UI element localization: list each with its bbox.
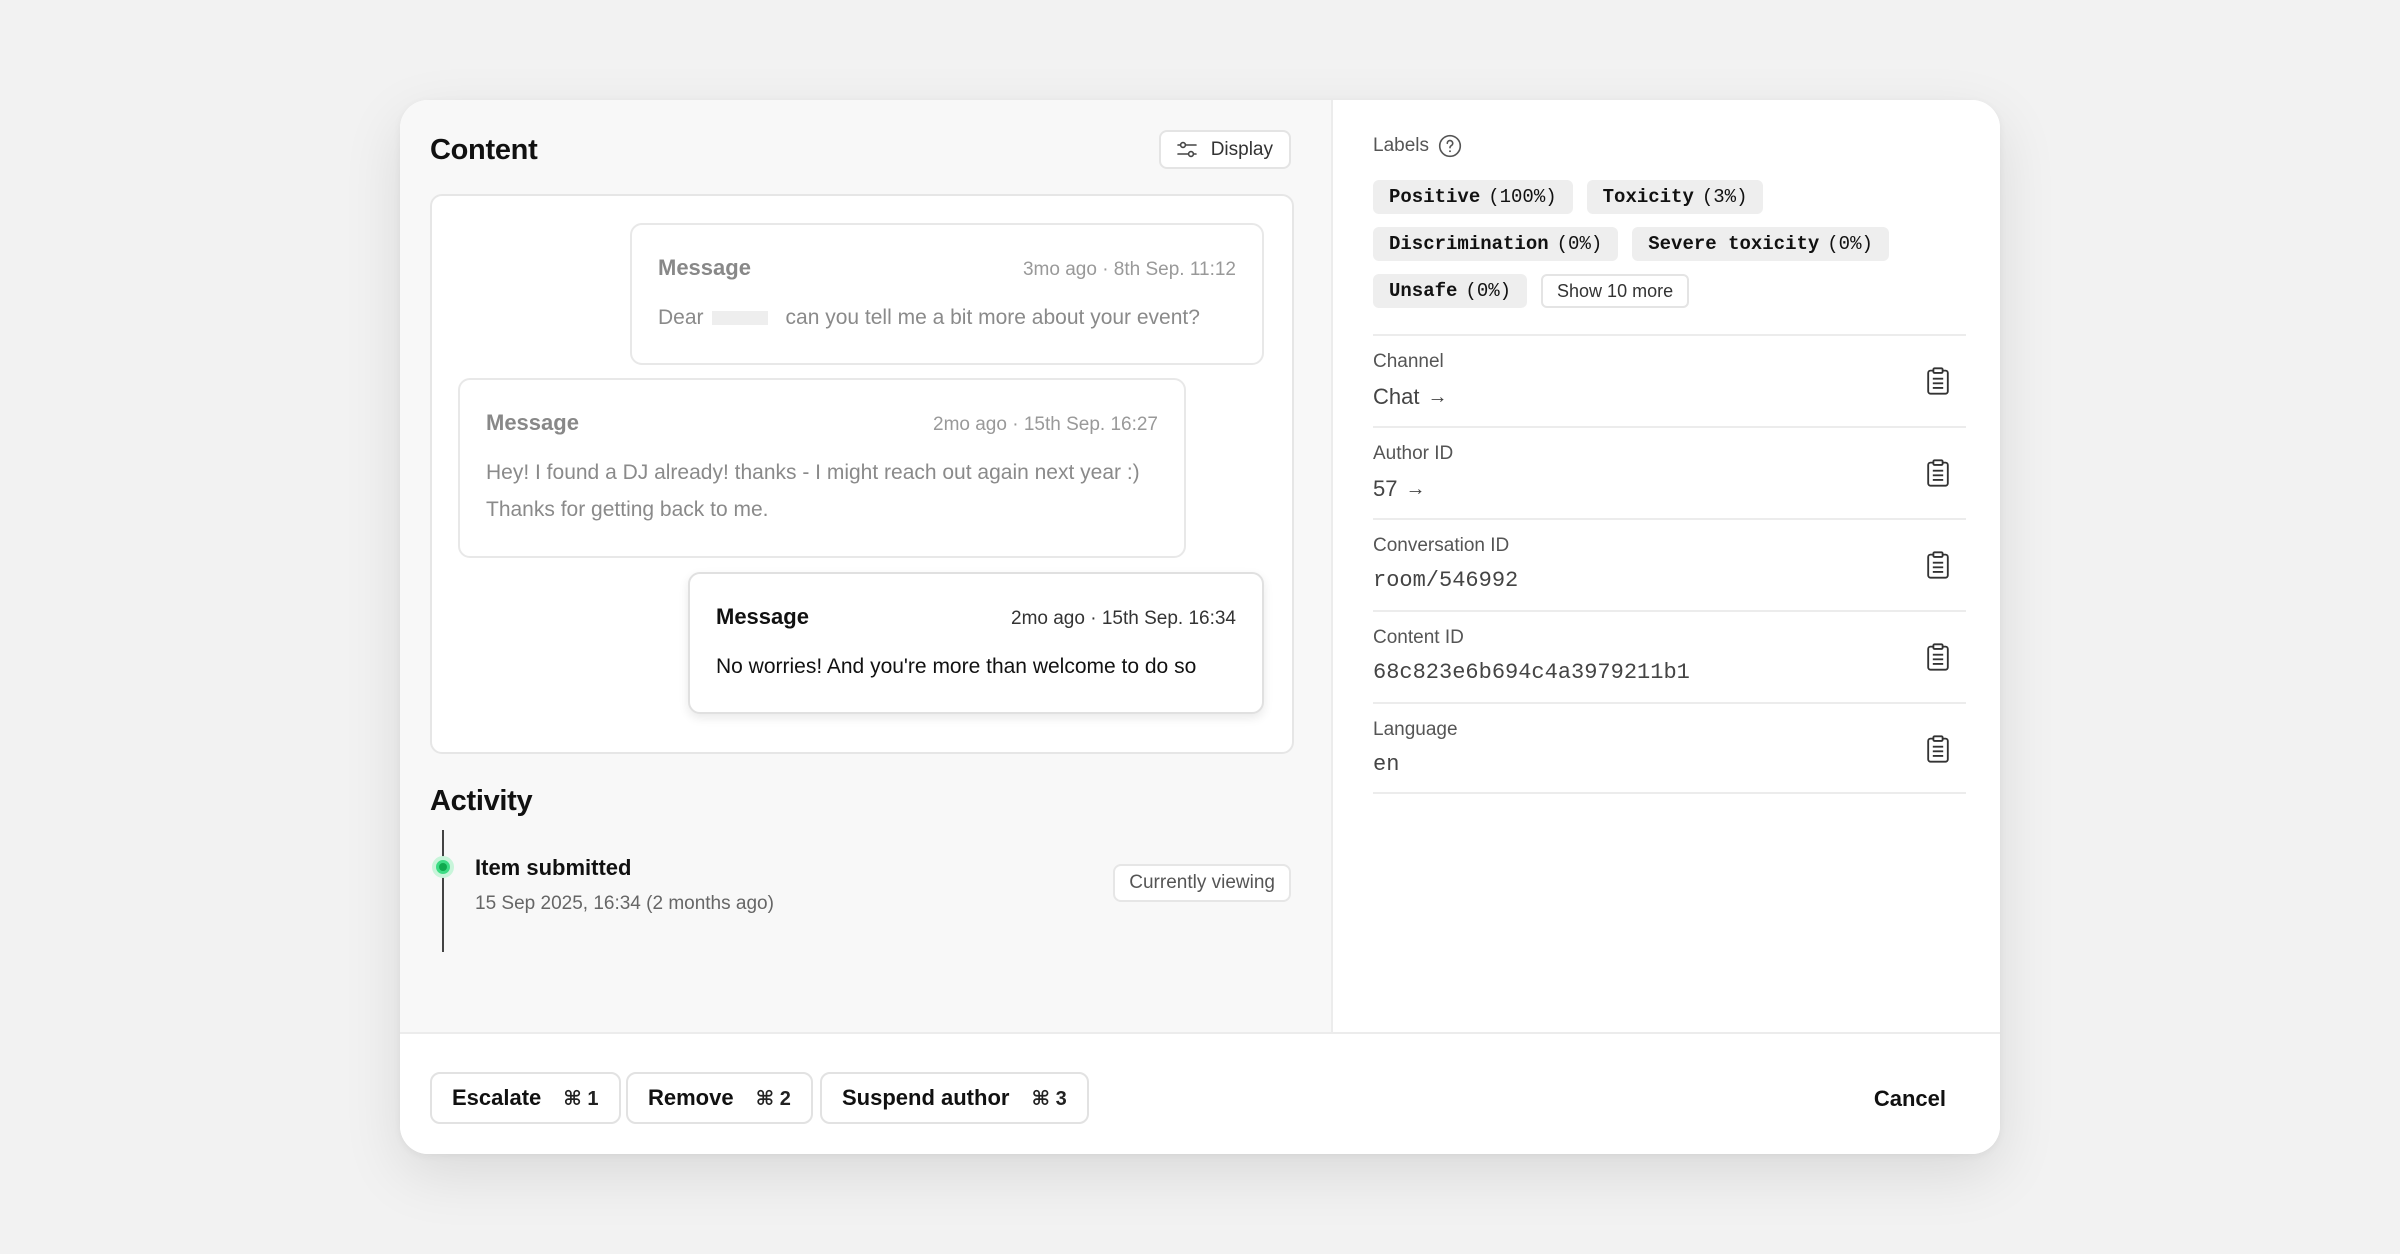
clipboard-icon[interactable] [1924,642,1952,672]
field-content-id: Content ID 68c823e6b694c4a3979211b1 [1373,610,1966,702]
action-footer: Escalate ⌘ 1 Remove ⌘ 2 Suspend author ⌘… [400,1032,2000,1154]
field-channel: Channel Chat → [1373,334,1966,426]
sliders-icon [1176,141,1197,157]
label-chip: Toxicity (3%) [1586,180,1764,214]
escalate-label: Escalate [452,1085,542,1110]
label-name: Discrimination [1389,233,1549,255]
timeline-line [442,830,444,952]
show-more-labels-button[interactable]: Show 10 more [1541,274,1690,308]
review-modal: Content Display Message 3mo ago · 8th Se… [400,100,2000,1154]
display-button-label: Display [1210,138,1273,160]
shortcut-hint: ⌘ 2 [755,1087,791,1110]
field-value: 68c823e6b694c4a3979211b1 [1373,660,1690,685]
labels-title: Labels [1373,135,1429,156]
field-value: en [1373,752,1400,777]
clipboard-icon[interactable] [1924,458,1952,488]
escalate-button[interactable]: Escalate ⌘ 1 [430,1072,621,1124]
label-pct: (0%) [1556,233,1603,255]
cancel-button[interactable]: Cancel [1874,1086,1946,1112]
field-label: Content ID [1373,627,1464,648]
message-time: 2mo ago · 15th Sep. 16:27 [933,414,1158,435]
label-chips: Positive (100%) Toxicity (3%) Discriminati… [1373,180,1953,308]
label-pct: (100%) [1488,186,1557,208]
message-greeting: Dear [658,306,704,329]
labels-header: Labels [1373,133,1463,159]
remove-button[interactable]: Remove ⌘ 2 [626,1072,813,1124]
clipboard-icon[interactable] [1924,734,1952,764]
redacted-name [711,311,768,326]
field-label: Channel [1373,351,1444,372]
field-conversation-id: Conversation ID room/546992 [1373,518,1966,610]
arrow-right-icon: → [1405,477,1426,500]
suspend-label: Suspend author [842,1085,1010,1110]
message-text: can you tell me a bit more about your ev… [785,306,1200,329]
message-body: Hey! I found a DJ already! thanks - I mi… [486,461,1140,521]
message-title: Message [658,255,751,280]
label-name: Unsafe [1389,280,1458,302]
shortcut-hint: ⌘ 3 [1031,1087,1067,1110]
metadata-fields: Channel Chat → Author ID 57 → Conversation… [1373,334,1966,794]
field-label: Language [1373,719,1458,740]
content-pane: Content Display Message 3mo ago · 8th Se… [400,100,1333,1032]
help-icon[interactable] [1437,133,1463,159]
field-label: Author ID [1373,443,1454,464]
event-title: Item submitted [475,855,632,880]
field-value: 57 [1373,476,1398,501]
message-title: Message [486,410,579,435]
label-name: Toxicity [1602,186,1694,208]
status-dot-icon [432,856,454,878]
message-time: 2mo ago · 15th Sep. 16:34 [1011,608,1236,629]
label-pct: (0%) [1827,233,1873,255]
message-card[interactable]: Message 2mo ago · 15th Sep. 16:27 Hey! I… [458,378,1186,558]
field-language: Language en [1373,702,1966,794]
event-time: 15 Sep 2025, 16:34 (2 months ago) [475,893,774,914]
display-button[interactable]: Display [1158,130,1291,169]
conversation-box: Message 3mo ago · 8th Sep. 11:12 Dear can… [430,194,1294,754]
clipboard-icon[interactable] [1924,550,1952,580]
remove-label: Remove [648,1085,734,1110]
label-pct: (0%) [1465,280,1512,302]
arrow-right-icon: → [1427,385,1448,408]
details-pane: Labels Positive (100%) Toxicity (3%) Discr… [1335,100,2000,1032]
label-chip: Discrimination (0%) [1373,227,1619,261]
channel-link[interactable]: Chat → [1373,384,1447,410]
label-name: Positive [1389,186,1481,208]
field-value: Chat [1373,384,1420,409]
message-title: Message [716,604,809,629]
label-pct: (3%) [1701,186,1748,208]
field-value: room/546992 [1373,568,1519,593]
content-title: Content [430,134,538,166]
activity-title: Activity [430,785,533,817]
message-body: No worries! And you're more than welcome… [716,655,1197,678]
field-label: Conversation ID [1373,535,1510,556]
message-card[interactable]: Message 3mo ago · 8th Sep. 11:12 Dear can… [630,223,1264,365]
currently-viewing-badge: Currently viewing [1113,864,1291,902]
label-name: Severe toxicity [1648,233,1820,255]
message-body: Dear can you tell me a bit more about you… [658,299,1236,336]
clipboard-icon[interactable] [1924,366,1952,396]
message-time: 3mo ago · 8th Sep. 11:12 [1022,259,1236,280]
label-chip: Severe toxicity (0%) [1632,227,1889,261]
message-card-current[interactable]: Message 2mo ago · 15th Sep. 16:34 No wor… [688,572,1264,714]
author-link[interactable]: 57 → [1373,476,1425,502]
suspend-author-button[interactable]: Suspend author ⌘ 3 [820,1072,1089,1124]
shortcut-hint: ⌘ 1 [563,1087,599,1110]
label-chip: Unsafe (0%) [1373,274,1528,308]
label-chip: Positive (100%) [1373,180,1573,214]
field-author-id: Author ID 57 → [1373,426,1966,518]
